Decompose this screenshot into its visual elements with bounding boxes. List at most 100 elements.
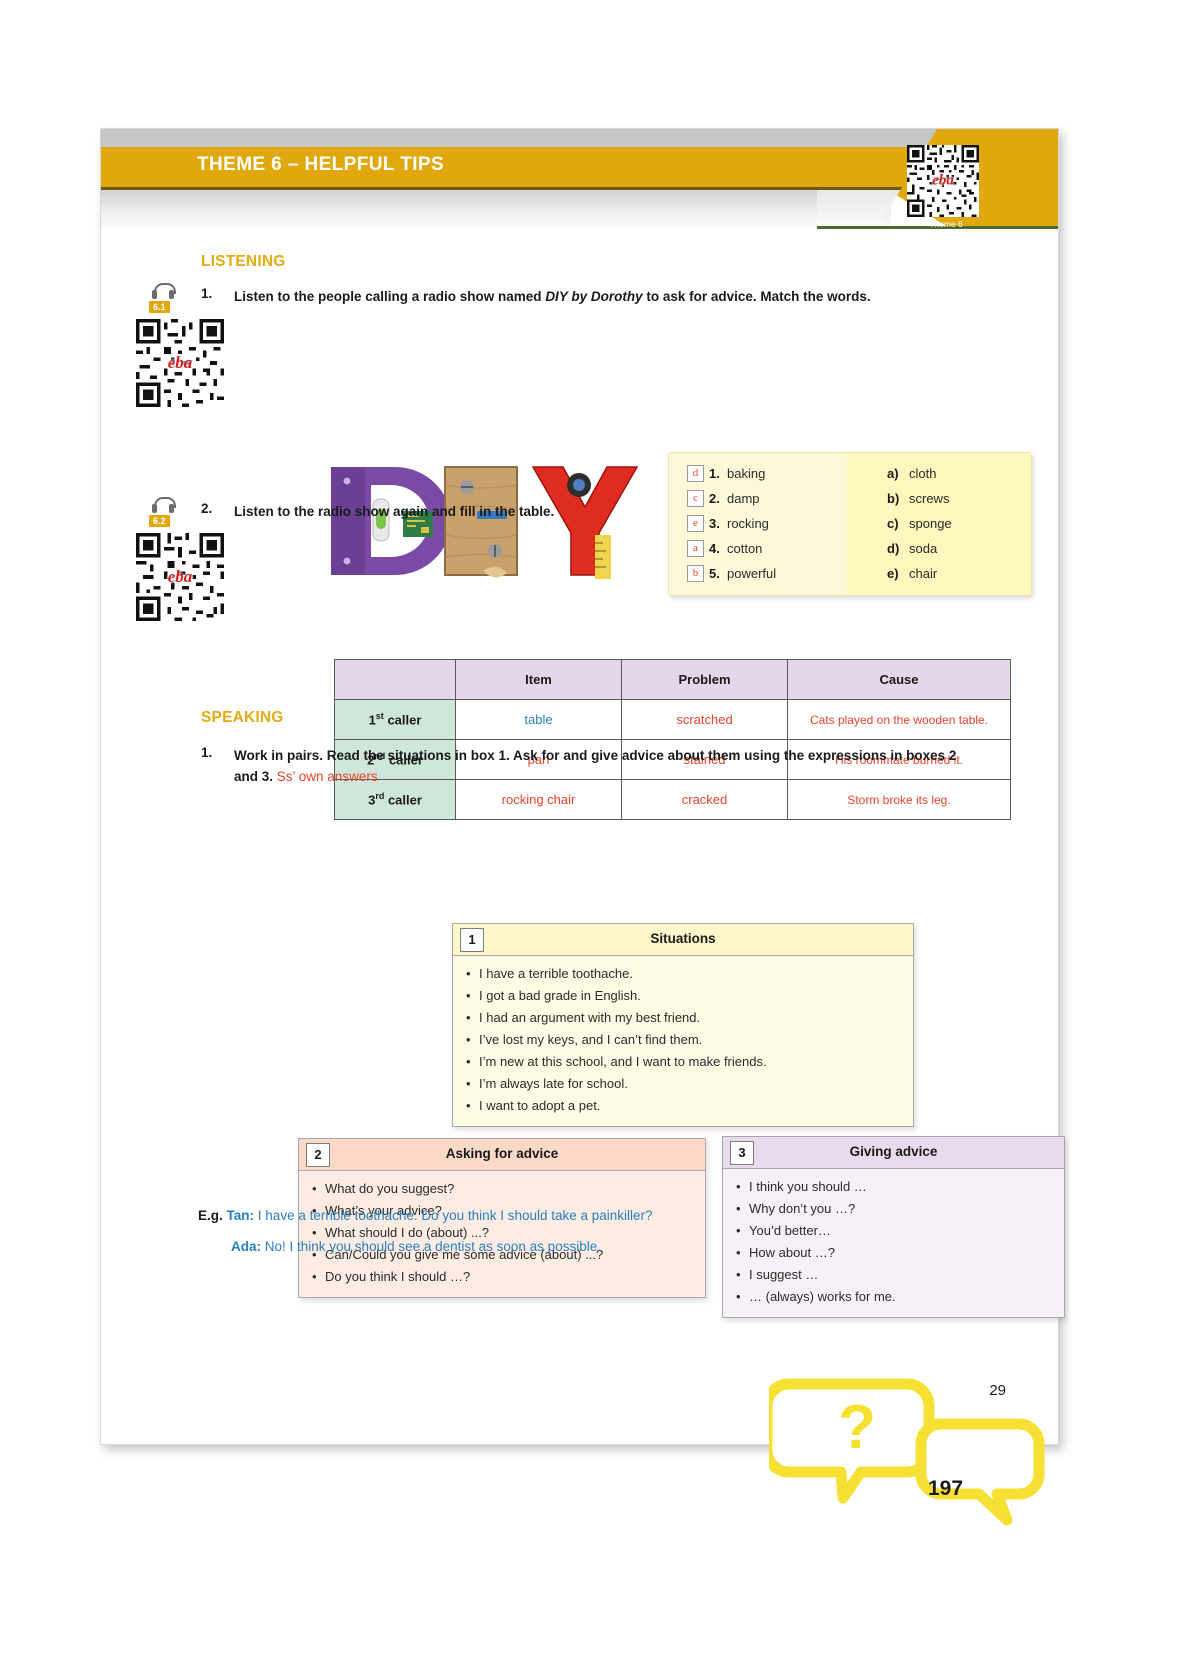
table-header-cause: Cause xyxy=(787,659,1011,700)
matching-exercise-box: d 1. baking c 2. damp e 3. rocking a 4. xyxy=(668,452,1032,596)
qr-code-track-6-1[interactable]: eba xyxy=(136,319,224,407)
list-item: Do you think I should …? xyxy=(299,1266,705,1288)
theme-banner: THEME 6 – HELPFUL TIPS eba Theme 6 xyxy=(101,129,1058,229)
answer-box[interactable]: e xyxy=(687,515,704,532)
item-number: 5. xyxy=(709,566,720,581)
answer-box[interactable]: c xyxy=(687,490,704,507)
giving-box-title: Giving advice xyxy=(849,1144,938,1159)
answer-box[interactable]: b xyxy=(687,565,704,582)
list-item: What do you suggest? xyxy=(299,1178,705,1200)
page-title: THEME 6 – HELPFUL TIPS xyxy=(197,154,445,175)
example-utterance-1: I have a terrible toothache. Do you thin… xyxy=(257,1208,653,1223)
option-item[interactable]: a) cloth xyxy=(887,461,1031,486)
option-word: soda xyxy=(909,541,938,556)
option-letter: e) xyxy=(887,566,899,581)
situations-box: 1 Situations I have a terrible toothache… xyxy=(452,923,914,1127)
example-dialogue-line-1: E.g. Tan: I have a terrible toothache. D… xyxy=(198,1208,653,1223)
list-item: … (always) works for me. xyxy=(723,1286,1064,1308)
match-item[interactable]: b 5. powerful xyxy=(687,561,847,586)
qr-brand-label: eba xyxy=(167,567,193,586)
giving-advice-box: 3 Giving advice I think you should … Why… xyxy=(722,1136,1065,1318)
example-label: E.g. xyxy=(198,1208,223,1223)
situations-box-header: 1 Situations xyxy=(453,924,913,956)
worksheet-page: THEME 6 – HELPFUL TIPS eba Theme 6 LISTE… xyxy=(100,128,1065,1526)
matching-right-column: a) cloth b) screws c) sponge d) soda e) xyxy=(847,453,1031,595)
giving-phrases-list: I think you should … Why don’t you …? Yo… xyxy=(723,1169,1064,1317)
table-header-row: Item Problem Cause xyxy=(334,659,1011,700)
banner-grey-top xyxy=(101,129,901,147)
option-letter: b) xyxy=(887,491,900,506)
asking-box-title: Asking for advice xyxy=(445,1146,559,1161)
list-item: I’m always late for school. xyxy=(453,1073,913,1095)
item-word: rocking xyxy=(727,516,769,531)
option-item[interactable]: b) screws xyxy=(887,486,1031,511)
item-number: 1. xyxy=(709,466,720,481)
qr-theme-caption: Theme 6 xyxy=(929,219,963,229)
option-item[interactable]: d) soda xyxy=(887,536,1031,561)
headphone-ear-right xyxy=(169,504,174,513)
option-letter: d) xyxy=(887,541,900,556)
radio-show-table: Item Problem Cause 1st caller table scra… xyxy=(334,659,1011,820)
situations-list: I have a terrible toothache. I got a bad… xyxy=(453,956,913,1126)
answer-box[interactable]: d xyxy=(687,465,704,482)
answer-box[interactable]: a xyxy=(687,540,704,557)
qr-code-theme[interactable]: eba xyxy=(907,145,979,217)
section-heading-listening: LISTENING xyxy=(201,253,286,270)
row-label-caller-1: 1st caller xyxy=(334,699,456,740)
row-label-word: caller xyxy=(387,712,422,728)
matching-right-list: a) cloth b) screws c) sponge d) soda e) xyxy=(847,453,1031,586)
option-word: chair xyxy=(909,566,938,581)
qr-brand-label: eba xyxy=(932,172,954,189)
item-number: 4. xyxy=(709,541,720,556)
list-item: You’d better… xyxy=(723,1220,1064,1242)
match-item[interactable]: e 3. rocking xyxy=(687,511,847,536)
headphones-icon-6-2 xyxy=(150,497,176,513)
outer-page-number: 197 xyxy=(928,1477,964,1500)
table-header-item: Item xyxy=(455,659,622,700)
row-ordinal-suffix: rd xyxy=(375,791,385,802)
exercise-1-number: 1. xyxy=(201,286,213,301)
table-header-blank xyxy=(334,659,456,700)
matching-left-list: d 1. baking c 2. damp e 3. rocking a 4. xyxy=(669,453,847,586)
option-word: sponge xyxy=(909,516,952,531)
match-item[interactable]: a 4. cotton xyxy=(687,536,847,561)
row-label-word: caller xyxy=(387,792,422,808)
option-item[interactable]: c) sponge xyxy=(887,511,1031,536)
qr-brand-label: eba xyxy=(167,353,193,372)
option-item[interactable]: e) chair xyxy=(887,561,1031,586)
qr-code-track-6-2[interactable]: eba xyxy=(136,533,224,621)
speaker-name-tan: Tan: xyxy=(226,1208,255,1223)
question-mark-glyph: ? xyxy=(838,1393,876,1462)
list-item: Why don’t you …? xyxy=(723,1198,1064,1220)
giving-box-header: 3 Giving advice xyxy=(723,1137,1064,1169)
headphones-icon-6-1 xyxy=(150,283,176,299)
item-word: powerful xyxy=(727,566,777,581)
list-item: I want to adopt a pet. xyxy=(453,1095,913,1117)
match-item[interactable]: c 2. damp xyxy=(687,486,847,511)
list-item: I’m new at this school, and I want to ma… xyxy=(453,1051,913,1073)
speaker-name-ada: Ada: xyxy=(231,1239,261,1254)
exercise-2-instruction: Listen to the radio show again and fill … xyxy=(234,504,555,519)
option-letter: c) xyxy=(887,516,899,531)
cell-item[interactable]: table xyxy=(455,699,622,740)
reply-bubble xyxy=(915,1418,1045,1526)
list-item: I’ve lost my keys, and I can’t find them… xyxy=(453,1029,913,1051)
option-word: screws xyxy=(909,491,950,506)
example-dialogue-line-2: Ada: No! I think you should see a dentis… xyxy=(231,1239,601,1254)
match-item[interactable]: d 1. baking xyxy=(687,461,847,486)
headphone-ear-right xyxy=(169,290,174,299)
row-ordinal-suffix: st xyxy=(375,711,384,722)
table-header-problem: Problem xyxy=(621,659,788,700)
table-row: 1st caller table scratched Cats played o… xyxy=(334,699,1011,740)
item-word: baking xyxy=(727,466,766,481)
cell-cause[interactable]: Cats played on the wooden table. xyxy=(787,699,1011,740)
list-item: How about …? xyxy=(723,1242,1064,1264)
track-badge-6-1: 6.1 xyxy=(149,301,170,313)
list-item: I got a bad grade in English. xyxy=(453,985,913,1007)
list-item: I have a terrible toothache. xyxy=(453,963,913,985)
headphone-ear-left xyxy=(152,504,157,513)
row-ordinal-number: 1 xyxy=(368,712,376,728)
exercise-1-instruction: Listen to the people calling a radio sho… xyxy=(234,289,871,304)
cell-problem[interactable]: scratched xyxy=(621,699,788,740)
speech-bubbles-artwork: ? xyxy=(761,1378,1045,1526)
